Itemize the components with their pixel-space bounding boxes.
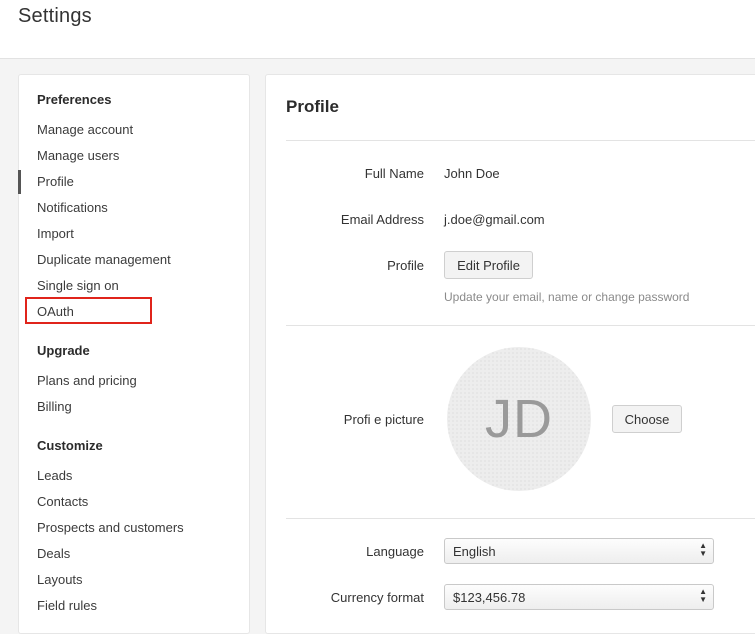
language-select-value: English bbox=[453, 544, 496, 559]
avatar-initials: JD bbox=[485, 389, 553, 449]
updown-chevron-icon: ▲ ▼ bbox=[699, 541, 707, 558]
sidebar-item-plans-and-pricing[interactable]: Plans and pricing bbox=[37, 371, 137, 391]
email-label: Email Address bbox=[340, 212, 424, 227]
email-value: j.doe@gmail.com bbox=[444, 212, 545, 227]
edit-profile-button[interactable]: Edit Profile bbox=[444, 251, 533, 279]
sidebar-item-manage-users[interactable]: Manage users bbox=[37, 146, 119, 166]
sidebar-item-oauth[interactable]: OAuth bbox=[37, 302, 74, 322]
currency-format-label: Currency format bbox=[330, 590, 424, 605]
section-heading-preferences: Preferences bbox=[37, 92, 112, 107]
edit-profile-hint: Update your email, name or change passwo… bbox=[444, 290, 690, 304]
updown-chevron-icon: ▲ ▼ bbox=[699, 587, 707, 604]
divider bbox=[286, 518, 755, 519]
sidebar-item-prospects-and-customers[interactable]: Prospects and customers bbox=[37, 518, 184, 538]
language-label: Language bbox=[366, 544, 424, 559]
profile-title: Profile bbox=[286, 97, 339, 116]
section-heading-customize: Customize bbox=[37, 438, 103, 453]
full-name-label: Full Name bbox=[364, 166, 424, 181]
sidebar-item-manage-account[interactable]: Manage account bbox=[37, 120, 133, 140]
divider bbox=[286, 140, 755, 141]
page-title: Settings bbox=[18, 5, 92, 27]
avatar: JD bbox=[447, 347, 591, 491]
profile-panel: Profile Full Name John Doe Email Address… bbox=[265, 74, 755, 634]
choose-picture-button[interactable]: Choose bbox=[612, 405, 682, 433]
settings-sidebar: Preferences Manage account Manage users … bbox=[18, 74, 250, 634]
sidebar-item-profile[interactable]: Profile bbox=[37, 172, 74, 192]
full-name-value: John Doe bbox=[444, 166, 500, 181]
top-bar: Settings bbox=[0, 0, 755, 59]
sidebar-item-field-rules[interactable]: Field rules bbox=[37, 596, 97, 616]
sidebar-item-contacts[interactable]: Contacts bbox=[37, 492, 88, 512]
currency-format-select[interactable]: $123,456.78 ▲ ▼ bbox=[444, 584, 714, 610]
section-heading-upgrade: Upgrade bbox=[37, 343, 90, 358]
active-item-indicator bbox=[18, 170, 21, 194]
language-select[interactable]: English ▲ ▼ bbox=[444, 538, 714, 564]
profile-label: Profile bbox=[387, 258, 424, 273]
sidebar-item-duplicate-management[interactable]: Duplicate management bbox=[37, 250, 171, 270]
sidebar-item-billing[interactable]: Billing bbox=[37, 397, 72, 417]
divider bbox=[286, 325, 755, 326]
sidebar-item-notifications[interactable]: Notifications bbox=[37, 198, 108, 218]
sidebar-item-layouts[interactable]: Layouts bbox=[37, 570, 83, 590]
sidebar-item-single-sign-on[interactable]: Single sign on bbox=[37, 276, 119, 296]
sidebar-item-import[interactable]: Import bbox=[37, 224, 74, 244]
profile-picture-label: Profi e picture bbox=[343, 412, 424, 427]
sidebar-item-deals[interactable]: Deals bbox=[37, 544, 70, 564]
sidebar-item-leads[interactable]: Leads bbox=[37, 466, 72, 486]
currency-format-select-value: $123,456.78 bbox=[453, 590, 526, 605]
